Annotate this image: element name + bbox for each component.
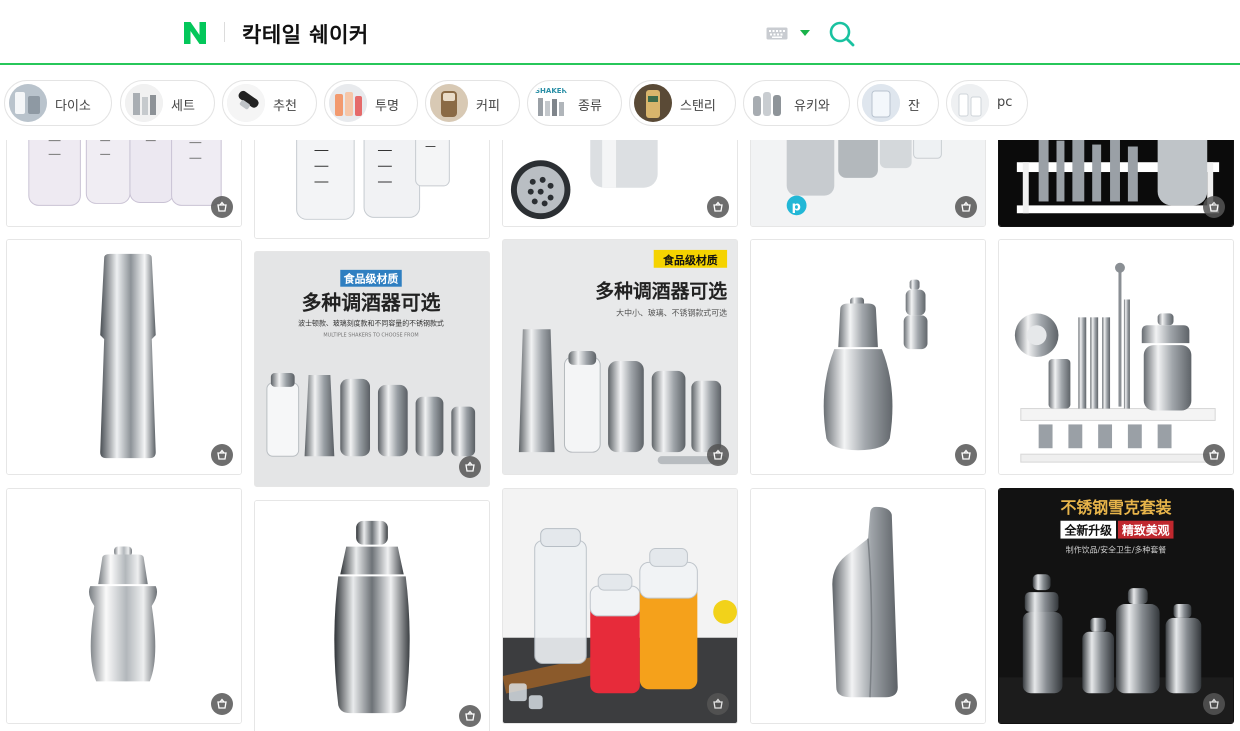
product-image: 食品级材质 多种调酒器可选 波士顿款、玻璃刻度款和不同容量的不锈钢款式 MULT… (255, 252, 489, 486)
ad-badge-text: 食品级材质 (344, 272, 399, 286)
image-result[interactable] (750, 239, 986, 475)
shopping-basket-icon[interactable] (955, 444, 977, 466)
shopping-basket-icon[interactable] (955, 196, 977, 218)
image-result[interactable] (502, 488, 738, 724)
shopping-basket-icon[interactable] (1203, 693, 1225, 715)
chip-set[interactable]: 세트 (120, 80, 215, 126)
ad-tag-text: 精致美观 (1122, 524, 1170, 538)
shopping-basket-icon[interactable] (955, 693, 977, 715)
svg-text:p: p (792, 199, 801, 214)
ad-badge-text: 食品级材质 (663, 253, 718, 267)
image-result[interactable]: p (750, 140, 986, 227)
image-result[interactable]: 食品级材质 多种调酒器可选 波士顿款、玻璃刻度款和不同容量的不锈钢款式 MULT… (254, 251, 490, 487)
shopping-basket-icon[interactable] (1203, 444, 1225, 466)
product-image (999, 140, 1233, 226)
shopping-basket-icon[interactable] (459, 705, 481, 727)
chip-label: 스탠리 (680, 99, 716, 114)
chip-label: 잔 (908, 99, 920, 114)
chip-yukiwa[interactable]: 유키와 (743, 80, 850, 126)
product-image (255, 501, 489, 731)
image-result[interactable] (998, 140, 1234, 227)
product-image (7, 489, 241, 723)
image-result[interactable] (750, 488, 986, 724)
ad-subtitle-text: 大中小、玻璃、不锈钢款式可选 (616, 307, 727, 317)
chip-thumbnail (9, 84, 47, 122)
product-image (255, 140, 489, 238)
search-header: 칵테일 쉐이커 (0, 0, 1240, 65)
chip-label: pc (997, 95, 1013, 110)
product-image (751, 489, 985, 723)
chip-label: 종류 (578, 99, 602, 114)
image-result[interactable] (502, 140, 738, 227)
product-image: 不锈钢雪克套装 全新升级 精致美观 制作饮品/安全卫生/多种套餐 (999, 489, 1233, 723)
chip-daiso[interactable]: 다이소 (4, 80, 112, 126)
shopping-basket-icon[interactable] (459, 456, 481, 478)
ad-subtitle-text: 制作饮品/安全卫生/多种套餐 (1066, 544, 1166, 554)
image-result[interactable] (6, 488, 242, 724)
chip-label: 추천 (273, 99, 297, 114)
ad-title-text: 多种调酒器可选 (595, 280, 727, 303)
product-image (7, 140, 241, 226)
shopping-basket-icon[interactable] (211, 693, 233, 715)
image-result[interactable] (6, 239, 242, 475)
product-image (503, 140, 737, 226)
image-result[interactable] (254, 140, 490, 239)
chip-label: 투명 (375, 99, 399, 114)
chip-thumb-text: SHAKER (535, 87, 568, 95)
image-result[interactable] (998, 239, 1234, 475)
ad-title-text: 多种调酒器可选 (302, 292, 441, 315)
ad-caption-text: MULTIPLE SHAKERS TO CHOOSE FROM (323, 332, 418, 338)
search-query-text[interactable]: 칵테일 쉐이커 (242, 19, 369, 49)
image-result[interactable] (6, 140, 242, 227)
chip-recommend[interactable]: 추천 (222, 80, 317, 126)
chip-thumbnail (329, 84, 367, 122)
product-image: 食品级材质 多种调酒器可选 大中小、玻璃、不锈钢款式可选 (503, 240, 737, 474)
chip-thumbnail (862, 84, 900, 122)
chip-label: 커피 (476, 99, 500, 114)
image-result[interactable]: 不锈钢雪克套装 全新升级 精致美观 制作饮品/安全卫生/多种套餐 (998, 488, 1234, 724)
shopping-basket-icon[interactable] (707, 693, 729, 715)
product-image: p (751, 140, 985, 226)
shopping-basket-icon[interactable] (211, 444, 233, 466)
chip-thumbnail (748, 84, 786, 122)
chip-coffee[interactable]: 커피 (425, 80, 520, 126)
header-divider (224, 22, 225, 42)
chip-label: 다이소 (55, 99, 91, 114)
image-results-grid: p 食品级材质 多种调酒器可选 波士顿款、玻璃刻度款和不同容量的不锈钢款式 MU… (0, 140, 1240, 731)
chip-thumbnail (227, 84, 265, 122)
chip-thumbnail (634, 84, 672, 122)
chip-thumbnail (951, 84, 989, 122)
chip-thumbnail: SHAKER (532, 84, 570, 122)
chip-transparent[interactable]: 투명 (324, 80, 418, 126)
product-image (751, 240, 985, 474)
shopping-basket-icon[interactable] (707, 444, 729, 466)
naver-logo[interactable] (182, 20, 208, 46)
search-icon[interactable] (828, 20, 856, 48)
related-keyword-chips: 다이소 세트 추천 투명 커피 SHAKER 종류 스탠리 유키와 잔 pc (0, 67, 1240, 140)
chip-pc[interactable]: pc (946, 80, 1028, 126)
chip-thumbnail (125, 84, 163, 122)
product-image (999, 240, 1233, 474)
shopping-basket-icon[interactable] (1203, 196, 1225, 218)
chevron-down-icon[interactable] (800, 30, 810, 36)
chip-stanley[interactable]: 스탠리 (629, 80, 736, 126)
chip-thumbnail (430, 84, 468, 122)
shopping-basket-icon[interactable] (211, 196, 233, 218)
ad-tag-text: 全新升级 (1063, 524, 1112, 538)
keyboard-icon[interactable] (766, 27, 788, 40)
chip-label: 세트 (171, 99, 195, 114)
product-image (503, 489, 737, 723)
ad-subtitle-text: 波士顿款、玻璃刻度款和不同容量的不锈钢款式 (298, 318, 444, 327)
image-result[interactable] (254, 500, 490, 731)
ad-title-text: 不锈钢雪克套装 (1060, 498, 1171, 517)
product-image (7, 240, 241, 474)
chip-glass[interactable]: 잔 (857, 80, 939, 126)
shopping-basket-icon[interactable] (707, 196, 729, 218)
chip-types[interactable]: SHAKER 종류 (527, 80, 622, 126)
image-result[interactable]: 食品级材质 多种调酒器可选 大中小、玻璃、不锈钢款式可选 (502, 239, 738, 475)
chip-label: 유키와 (794, 99, 830, 114)
